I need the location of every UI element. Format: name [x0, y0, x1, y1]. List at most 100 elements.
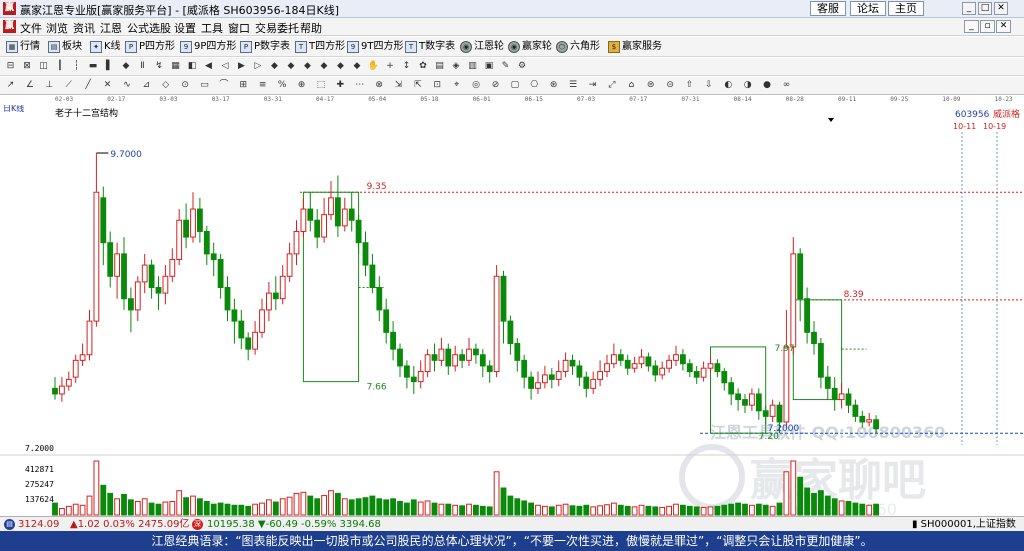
menu-gann[interactable]: 江恩 — [100, 20, 122, 36]
gear-icon[interactable]: ⚙ — [516, 60, 529, 73]
kline-chart[interactable]: 日K线 老子十二宫结构 603956 威派格 10-11 10-19 江恩工具软… — [0, 105, 1024, 516]
triangle-icon[interactable]: ⊿ — [140, 79, 153, 92]
close-icon[interactable]: ✕ — [994, 2, 1008, 15]
marker5-icon[interactable]: ◆ — [334, 60, 347, 73]
mdi-restore-icon[interactable]: ▫ — [980, 20, 995, 33]
target2-icon[interactable]: ◎ — [470, 79, 483, 92]
toolbar-p-table[interactable]: P P数字表 — [240, 40, 290, 54]
trend-icon[interactable]: ⟋ — [62, 79, 75, 92]
toolbar-kline[interactable]: ✦ K线 — [90, 40, 121, 54]
target-icon[interactable]: ◈ — [450, 60, 463, 73]
angle-icon[interactable]: ∠ — [23, 79, 36, 92]
menu-browse[interactable]: 浏览 — [46, 20, 68, 36]
equal-icon[interactable]: ⊜ — [644, 79, 657, 92]
plus-icon[interactable]: ✚ — [334, 79, 347, 92]
marker2-icon[interactable]: ◆ — [285, 60, 298, 73]
right-arrow-icon[interactable]: ▶ — [235, 60, 248, 73]
expand-icon[interactable]: ⤢ — [605, 79, 618, 92]
menu-icon[interactable]: ☰ — [567, 79, 580, 92]
layout-icon[interactable]: ⊟ — [4, 60, 17, 73]
draw-icon[interactable]: ✎ — [499, 60, 512, 73]
menu-trade[interactable]: 交易委托 — [255, 20, 299, 36]
wave-icon[interactable]: ∿ — [120, 79, 133, 92]
split-icon[interactable]: ◧ — [186, 60, 199, 73]
grid-toggle-icon[interactable]: ⊠ — [21, 60, 34, 73]
minus-icon[interactable]: ⊝ — [664, 79, 677, 92]
rhombus-icon[interactable]: ◇ — [159, 79, 172, 92]
ray-icon[interactable]: ↗ — [4, 79, 17, 92]
window-icon[interactable]: ◫ — [37, 60, 50, 73]
infinity-icon[interactable]: ∞ — [780, 79, 793, 92]
pattern-icon[interactable]: ✿ — [417, 60, 430, 73]
toolbar-t-table[interactable]: T T数字表 — [405, 40, 455, 54]
toolbar-winner-service[interactable]: $ 赢家服务 — [608, 40, 662, 54]
home-icon[interactable]: ⌂ — [625, 79, 638, 92]
bar-thin-icon[interactable]: ┆ — [70, 60, 83, 73]
extend-icon[interactable]: ⇲ — [392, 79, 405, 92]
bar-thick-icon[interactable]: ▬ — [87, 60, 100, 73]
delete-icon[interactable]: ⊗ — [373, 79, 386, 92]
mdi-close-icon[interactable]: ✕ — [996, 20, 1011, 33]
next-icon[interactable]: ▷ — [252, 60, 265, 73]
half-icon[interactable]: ◐ — [722, 79, 735, 92]
marker-icon[interactable]: ◆ — [268, 60, 281, 73]
menu-formula[interactable]: 公式选股 — [127, 20, 171, 36]
menu-help[interactable]: 帮助 — [300, 20, 322, 36]
panel-icon[interactable]: ▥ — [466, 60, 479, 73]
toolbar-sector[interactable]: ▤ 板块 — [48, 40, 82, 54]
tab-icon[interactable]: ⇥ — [586, 79, 599, 92]
menu-settings[interactable]: 设置 — [174, 20, 196, 36]
double-bar-icon[interactable]: Ⅱ — [136, 60, 149, 73]
list-icon[interactable]: ▤ — [433, 60, 446, 73]
minimize-icon[interactable]: _ — [962, 2, 976, 15]
chevron-down-icon[interactable] — [828, 118, 834, 122]
marker6-icon[interactable]: ◆ — [351, 60, 364, 73]
select-icon[interactable]: ⊡ — [431, 79, 444, 92]
box-icon[interactable]: ▣ — [483, 60, 496, 73]
link-home[interactable]: 主页 — [888, 1, 924, 16]
fib-icon[interactable]: ⊞ — [237, 79, 250, 92]
marker4-icon[interactable]: ◆ — [318, 60, 331, 73]
gann-fan-icon[interactable]: ⊕ — [295, 79, 308, 92]
volume-icon[interactable]: ▌ — [103, 60, 116, 73]
circle-icon[interactable]: ⊙ — [179, 79, 192, 92]
prev-icon[interactable]: ◁ — [219, 60, 232, 73]
left-arrow-icon[interactable]: ◀ — [202, 60, 215, 73]
zigzag-icon[interactable]: ↯ — [153, 60, 166, 73]
link-service[interactable]: 客服 — [810, 1, 846, 16]
arc-icon[interactable]: ⌒ — [217, 79, 230, 92]
toolbar-quote[interactable]: ▦ 行情 — [6, 40, 40, 54]
erase-icon[interactable]: ⊘ — [489, 79, 502, 92]
menu-file[interactable]: 文件 — [20, 20, 42, 36]
line-icon[interactable]: ╱ — [82, 79, 95, 92]
toolbar-9t-square[interactable]: 9 9T四方形 — [347, 40, 403, 54]
menu-tools[interactable]: 工具 — [201, 20, 223, 36]
down-icon[interactable]: ⇩ — [702, 79, 715, 92]
diamond-icon[interactable]: ◆ — [120, 60, 133, 73]
toolbar-gann-wheel[interactable]: ◉ 江恩轮 — [460, 40, 504, 54]
half2-icon[interactable]: ◑ — [741, 79, 754, 92]
dots-icon[interactable]: ⋯ — [353, 79, 366, 92]
marker3-icon[interactable]: ◆ — [301, 60, 314, 73]
box-tool-icon[interactable]: ⬚ — [314, 79, 327, 92]
cross-icon[interactable]: ✕ — [101, 79, 114, 92]
toolbar-9p-square[interactable]: 9 9P四方形 — [180, 40, 236, 54]
rect-icon[interactable]: ▭ — [198, 79, 211, 92]
frame-icon[interactable]: ▢ — [508, 79, 521, 92]
hex-icon[interactable]: ⎔ — [528, 79, 541, 92]
menu-window[interactable]: 窗口 — [228, 20, 250, 36]
position-icon[interactable]: ⌖ — [450, 79, 463, 92]
toolbar-t-square[interactable]: T T四方形 — [295, 40, 345, 54]
resize-icon[interactable]: ↕ — [400, 60, 413, 73]
menu-news[interactable]: 资讯 — [73, 20, 95, 36]
maximize-icon[interactable]: □ — [978, 2, 992, 15]
toolbar-hexagon[interactable]: ⬡ 六角形 — [556, 40, 600, 54]
pan-icon[interactable]: ✋ — [367, 60, 380, 73]
mdi-minimize-icon[interactable]: _ — [964, 20, 979, 33]
link-forum[interactable]: 论坛 — [850, 1, 886, 16]
toolbar-p-square[interactable]: P P四方形 — [125, 40, 175, 54]
bar-icon[interactable]: ┃ — [54, 60, 67, 73]
percent-icon[interactable]: % — [276, 79, 289, 92]
up-icon[interactable]: ⇧ — [683, 79, 696, 92]
toolbar-winner-wheel[interactable]: ◉ 赢家轮 — [508, 40, 552, 54]
